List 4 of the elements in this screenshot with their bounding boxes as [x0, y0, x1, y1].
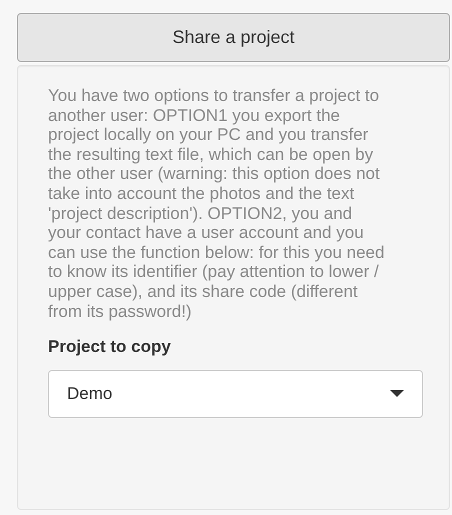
- share-button[interactable]: Share a project: [17, 13, 450, 62]
- project-select[interactable]: Demo: [48, 370, 423, 418]
- field-label: Project to copy: [48, 336, 172, 358]
- description-text: You have two options to transfer a project to another user: OPTION1 you export the project locally on your PC and you transfer the resulting text file, which can be open by the other user (warning: this option does not take into account the photos and the text 'project description'). OPTION2, you and your contact have a user account and you can use the function below: for this you need to know its identifier (pay attention to lower / upper case), and its share code (different from its password!): [48, 86, 386, 322]
